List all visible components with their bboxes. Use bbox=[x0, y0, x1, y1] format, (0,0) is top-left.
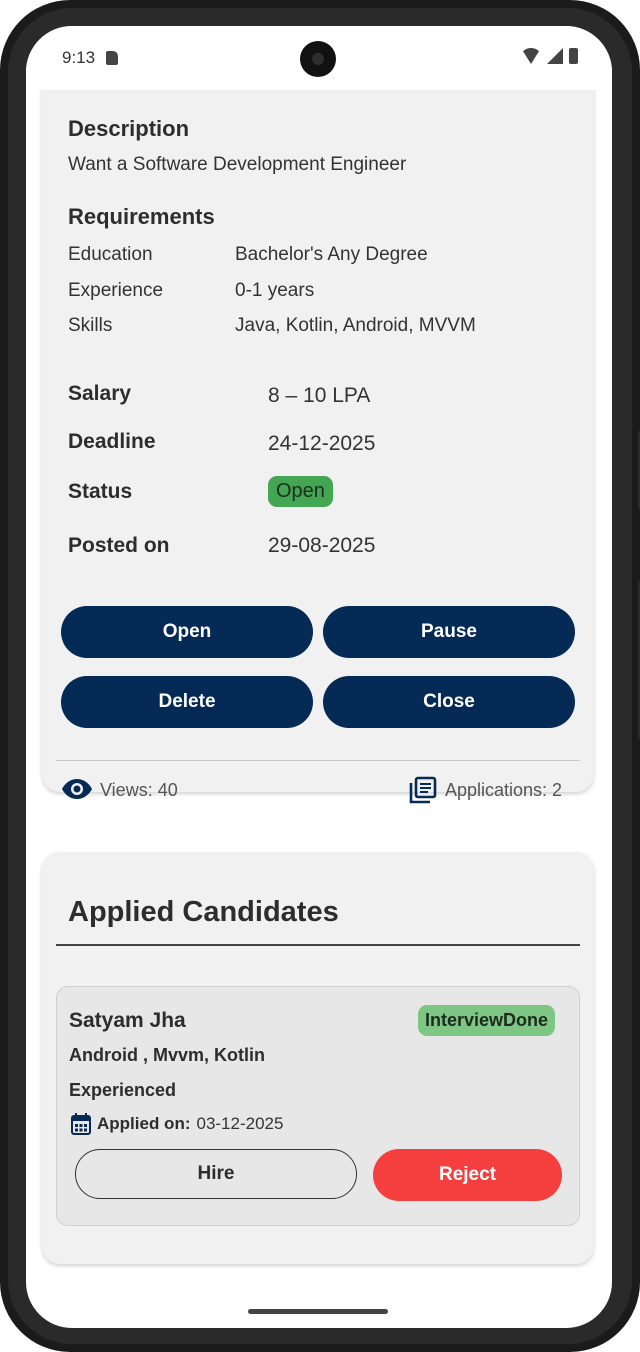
candidate-name: Satyam Jha bbox=[69, 1009, 186, 1032]
job-details-card: Description Want a Software Development … bbox=[42, 66, 594, 804]
status-badge: Open bbox=[268, 476, 333, 507]
candidate-experience: Experienced bbox=[69, 1080, 177, 1100]
description-heading: Description bbox=[68, 116, 190, 141]
open-button[interactable]: Open bbox=[61, 606, 313, 658]
description-text: Want a Software Development Engineer bbox=[68, 154, 407, 175]
pause-button[interactable]: Pause bbox=[323, 606, 575, 658]
requirement-value-experience: 0-1 years bbox=[235, 280, 315, 301]
applications-icon bbox=[409, 776, 437, 804]
applied-on-date: 03-12-2025 bbox=[196, 1114, 284, 1133]
salary-value: 8 – 10 LPA bbox=[268, 384, 371, 407]
requirement-label-skills: Skills bbox=[68, 315, 113, 336]
requirement-value-education: Bachelor's Any Degree bbox=[235, 244, 428, 265]
delete-button[interactable]: Delete bbox=[61, 676, 313, 728]
requirement-label-experience: Experience bbox=[68, 280, 164, 301]
candidate-skills: Android , Mvvm, Kotlin bbox=[69, 1045, 265, 1065]
salary-label: Salary bbox=[68, 382, 132, 405]
requirement-label-education: Education bbox=[68, 244, 153, 265]
close-button[interactable]: Close bbox=[323, 676, 575, 728]
applied-on-row: Applied on: 03-12-2025 bbox=[71, 1113, 283, 1135]
reject-button[interactable]: Reject bbox=[373, 1149, 562, 1201]
sd-card-icon bbox=[106, 51, 118, 65]
applied-on-label: Applied on: bbox=[97, 1114, 191, 1133]
applications-count: Applications: 2 bbox=[445, 780, 563, 800]
requirements-heading: Requirements bbox=[68, 204, 215, 229]
calendar-icon bbox=[71, 1113, 91, 1135]
deadline-value: 24-12-2025 bbox=[268, 432, 376, 455]
eye-icon bbox=[62, 779, 92, 799]
candidate-card[interactable]: Satyam Jha InterviewDone Android , Mvvm,… bbox=[56, 986, 580, 1226]
candidate-status-badge: InterviewDone bbox=[417, 1005, 555, 1036]
requirement-value-skills: Java, Kotlin, Android, MVVM bbox=[235, 315, 476, 336]
home-indicator[interactable] bbox=[248, 1309, 388, 1314]
signal-icon bbox=[547, 48, 563, 64]
system-icons bbox=[521, 48, 578, 64]
battery-icon bbox=[569, 48, 578, 64]
device-frame: 9:13 Description Want a Software Develop… bbox=[0, 0, 640, 1352]
wifi-icon bbox=[521, 48, 541, 64]
title-divider bbox=[56, 944, 580, 946]
applied-candidates-card: Applied Candidates Satyam Jha InterviewD… bbox=[42, 852, 594, 1264]
applied-candidates-title: Applied Candidates bbox=[68, 896, 339, 928]
screen: 9:13 Description Want a Software Develop… bbox=[26, 26, 612, 1328]
status-bar: 9:13 bbox=[26, 26, 612, 90]
deadline-label: Deadline bbox=[68, 430, 156, 453]
posted-value: 29-08-2025 bbox=[268, 534, 376, 557]
footer-divider bbox=[56, 760, 580, 761]
views-count: Views: 40 bbox=[100, 780, 178, 800]
posted-label: Posted on bbox=[68, 534, 170, 557]
status-label: Status bbox=[68, 480, 133, 503]
status-time: 9:13 bbox=[62, 48, 96, 67]
hire-button[interactable]: Hire bbox=[75, 1149, 357, 1199]
front-camera bbox=[300, 41, 336, 77]
